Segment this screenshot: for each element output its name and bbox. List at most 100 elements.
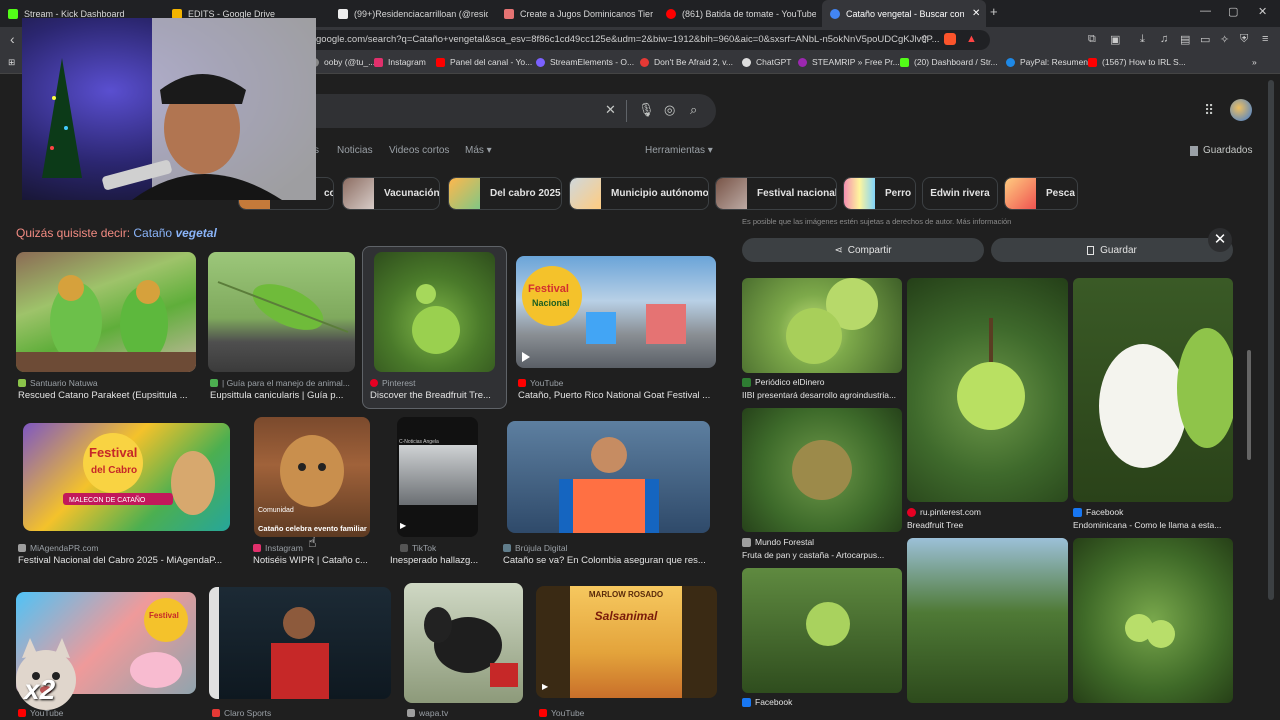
result-source[interactable]: YouTube	[539, 708, 639, 718]
close-icon[interactable]: ✕	[1208, 228, 1232, 252]
saved-button[interactable]: Guardados	[1190, 145, 1252, 156]
result-image-footballer[interactable]	[209, 587, 391, 699]
panel-image-tree-leaves[interactable]	[907, 538, 1068, 703]
search-icon[interactable]: ⌕	[690, 102, 697, 118]
back-icon[interactable]: ‹	[10, 31, 15, 47]
result-source[interactable]: Claro Sports	[212, 708, 332, 718]
result-image-goat[interactable]	[404, 583, 523, 703]
result-image-festival-poster[interactable]: Festival del Cabro MALECON DE CATAÑO	[23, 423, 230, 531]
bookmark-item[interactable]: (1567) How to IRL S...	[1088, 57, 1186, 67]
download-icon[interactable]: ⤓	[1140, 33, 1145, 46]
share-button[interactable]: ⋖ Compartir	[742, 238, 984, 262]
result-title[interactable]: Discover the Breadfruit Tre...	[370, 390, 500, 401]
google-apps-icon[interactable]: ⠿	[1204, 102, 1214, 119]
close-tab-icon[interactable]: ✕	[972, 8, 980, 19]
panel-source[interactable]: Mundo Forestal	[742, 537, 902, 547]
panel-image-fruta-de-pan[interactable]	[742, 408, 902, 532]
chip-perro[interactable]: Perro	[843, 177, 916, 210]
rewards-icon[interactable]: ▲	[966, 33, 977, 45]
vpn-icon[interactable]: ⛨	[1240, 33, 1248, 46]
result-title[interactable]: Eupsittula canicularis | Guía p...	[210, 390, 355, 401]
tab-youtube[interactable]: (861) Batida de tomate - YouTube	[666, 0, 816, 27]
media-icon[interactable]: ♫	[1160, 33, 1168, 45]
panel-image-green-fruit[interactable]	[742, 568, 902, 693]
result-title[interactable]: Festival Nacional del Cabro 2025 - MiAge…	[18, 555, 233, 566]
wallet-icon[interactable]: ▭	[1200, 33, 1210, 46]
panel-title[interactable]: IIBI presentará desarrollo agroindustria…	[742, 390, 902, 400]
panel-image-breadfruit-cluster[interactable]	[742, 278, 902, 373]
share-page-icon[interactable]: ⇪	[920, 33, 929, 46]
minimize-icon[interactable]: —	[1200, 5, 1211, 17]
panel-image-leaves-fruit[interactable]	[1073, 538, 1233, 703]
result-title[interactable]: Cataño se va? En Colombia aseguran que r…	[503, 555, 713, 566]
nav-link-more[interactable]: Más ▾	[465, 145, 492, 156]
result-source[interactable]: | Guía para el manejo de animal...	[210, 378, 355, 388]
result-image-tiktok[interactable]: C-Noticias Angela ▶	[397, 417, 478, 537]
bookmark-item[interactable]: Instagram	[374, 57, 426, 67]
result-source[interactable]: wapa.tv	[407, 708, 507, 718]
result-source[interactable]: Brújula Digital	[503, 543, 713, 553]
tab-google-active[interactable]: Cataño vengetal - Buscar con Google ✕	[822, 0, 986, 27]
tab-tierlist[interactable]: Create a Jugos Dominicanos Tier List	[504, 0, 654, 27]
result-image-breadfruit[interactable]	[374, 252, 495, 372]
result-image-parrot[interactable]	[208, 252, 355, 372]
bookmark-item[interactable]: PayPal: Resumen	[1006, 57, 1088, 67]
close-window-icon[interactable]: ✕	[1258, 5, 1267, 18]
panel-scrollbar[interactable]	[1247, 350, 1251, 460]
save-button[interactable]: Guardar	[991, 238, 1233, 262]
nav-link-news[interactable]: Noticias	[337, 145, 373, 156]
result-image-yorkie[interactable]: Comunidad Cataño celebra evento familiar	[254, 417, 370, 537]
bookmark-item[interactable]: ChatGPT	[742, 57, 791, 67]
result-source[interactable]: YouTube	[518, 378, 716, 388]
result-image-goat-festival-video[interactable]: Festival Nacional	[516, 256, 716, 368]
result-title[interactable]: Inesperado hallazg...	[390, 555, 482, 566]
panel-title[interactable]: Fruta de pan y castaña - Artocarpus...	[742, 550, 902, 560]
result-source[interactable]: Santuario Natuwa	[18, 378, 198, 388]
bookmark-item[interactable]: StreamElements - O...	[536, 57, 634, 67]
panel-title[interactable]: Breadfruit Tree	[907, 520, 1068, 530]
ai-icon[interactable]: ✧	[1220, 33, 1229, 46]
result-source[interactable]: TikTok	[400, 543, 480, 553]
result-title[interactable]: Cataño, Puerto Rico National Goat Festiv…	[518, 390, 716, 401]
chip-festival[interactable]: Festival nacional	[715, 177, 837, 210]
microphone-icon[interactable]: 🎙︎	[638, 102, 655, 118]
screenshot-icon[interactable]: ▣	[1110, 33, 1120, 46]
chip-municipio[interactable]: Municipio autónomo	[569, 177, 709, 210]
panel-source[interactable]: Facebook	[1073, 507, 1233, 517]
result-image-parakeets[interactable]	[16, 252, 196, 372]
bookmark-item[interactable]: Panel del canal - Yo...	[436, 57, 532, 67]
bookmark-item[interactable]: (20) Dashboard / Str...	[900, 57, 998, 67]
more-bookmarks-icon[interactable]: »	[1252, 57, 1257, 67]
nav-link-short-videos[interactable]: Videos cortos	[389, 145, 449, 156]
result-image-player[interactable]	[507, 421, 710, 533]
bookmark-item[interactable]: Don't Be Afraid 2, v...	[640, 57, 733, 67]
extensions-icon[interactable]: ⧉	[1088, 33, 1096, 46]
new-tab-button[interactable]: +	[990, 4, 998, 19]
result-title[interactable]: Rescued Catano Parakeet (Eupsittula ...	[18, 390, 198, 401]
suggestion-link[interactable]: Cataño vegetal	[133, 226, 216, 240]
tools-button[interactable]: Herramientas ▾	[645, 145, 713, 156]
avatar[interactable]	[1230, 99, 1252, 121]
tab-tiktok[interactable]: (99+)Residenciacarrilloan (@residenc	[338, 0, 488, 27]
chip-del-cabro[interactable]: Del cabro 2025	[448, 177, 562, 210]
result-title[interactable]: Notiséis WIPR | Cataño c...	[253, 555, 373, 566]
panel-source[interactable]: Facebook	[742, 697, 902, 707]
bookmark-item[interactable]: ooby (@tu_...	[310, 57, 375, 67]
result-source[interactable]: MiAgendaPR.com	[18, 543, 233, 553]
apps-icon[interactable]: ⊞	[8, 57, 15, 68]
chip-pesca[interactable]: Pesca	[1004, 177, 1078, 210]
result-image-salsa-poster[interactable]: MARLOW ROSADO Salsanimal ▶	[536, 586, 717, 698]
panel-source[interactable]: Periódico elDinero	[742, 377, 902, 387]
menu-icon[interactable]: ≡	[1262, 33, 1268, 45]
brave-shield-icon[interactable]	[944, 33, 956, 45]
page-scrollbar[interactable]	[1268, 80, 1274, 600]
chip-edwin-rivera[interactable]: Edwin rivera	[922, 177, 998, 210]
chip-vacunacion[interactable]: Vacunación	[342, 177, 440, 210]
maximize-icon[interactable]: ▢	[1228, 5, 1238, 18]
address-bar[interactable]: google.com/search?q=Cataño+vengetal&sca_…	[300, 30, 990, 50]
bookmark-item[interactable]: STEAMRIP » Free Pr...	[798, 57, 900, 67]
sidebar-icon[interactable]: ▤	[1180, 33, 1190, 46]
panel-source[interactable]: ru.pinterest.com	[907, 507, 1068, 517]
panel-image-breadfruit-cut[interactable]	[1073, 278, 1233, 502]
panel-image-breadfruit-tree[interactable]	[907, 278, 1068, 502]
